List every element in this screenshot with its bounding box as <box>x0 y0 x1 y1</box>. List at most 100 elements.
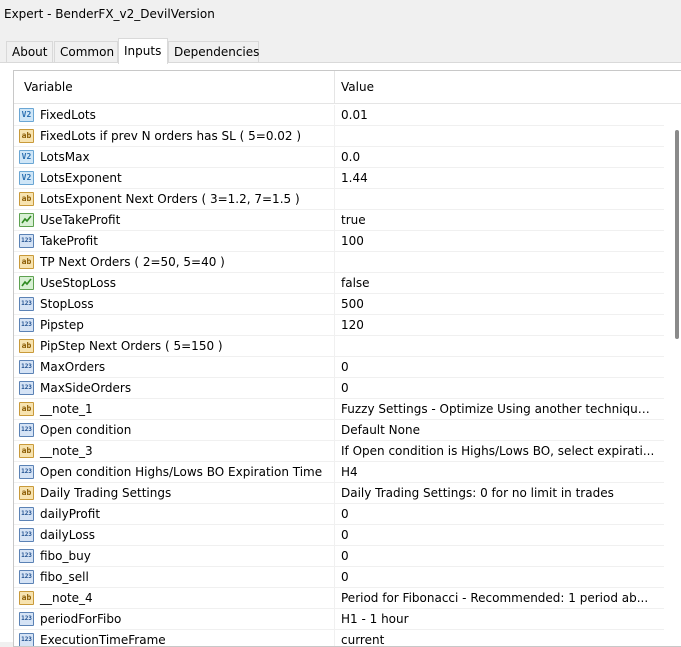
variable-value[interactable]: 120 <box>341 318 656 332</box>
row-divider <box>334 147 335 168</box>
variable-name: Daily Trading Settings <box>40 486 172 500</box>
input-row[interactable]: 123 ExecutionTimeFrame current <box>14 630 664 647</box>
input-row[interactable]: ab __note_4 Period for Fibonacci - Recomme… <box>14 588 664 609</box>
title-bar: Expert - BenderFX_v2_DevilVersion <box>0 0 681 30</box>
variable-value[interactable]: 0 <box>341 507 656 521</box>
row-divider <box>334 105 335 126</box>
variable-name: StopLoss <box>40 297 94 311</box>
variable-name: LotsMax <box>40 150 90 164</box>
variable-value[interactable]: Default None <box>341 423 656 437</box>
input-row[interactable]: ab TP Next Orders ( 2=50, 5=40 ) <box>14 252 664 273</box>
input-row[interactable]: 123 TakeProfit 100 <box>14 231 664 252</box>
string-value-icon: ab <box>19 402 34 416</box>
row-divider <box>334 504 335 525</box>
variable-value[interactable]: 0 <box>341 360 656 374</box>
column-header-value[interactable]: Value <box>341 80 374 94</box>
inputs-panel: Variable Value V2 FixedLots 0.01 ab FixedLot… <box>0 62 681 647</box>
int-value-icon: 123 <box>19 633 34 646</box>
int-value-icon: 123 <box>19 360 34 374</box>
variable-value[interactable]: false <box>341 276 656 290</box>
variable-value[interactable]: 0.01 <box>341 108 656 122</box>
column-header-variable[interactable]: Variable <box>24 80 73 94</box>
string-value-icon: ab <box>19 339 34 353</box>
bool-value-icon <box>19 276 34 290</box>
int-value-icon: 123 <box>19 423 34 437</box>
scrollbar-thumb[interactable] <box>675 130 679 339</box>
variable-value[interactable]: 0 <box>341 528 656 542</box>
input-row[interactable]: ab LotsExponent Next Orders ( 3=1.2, 7=1.… <box>14 189 664 210</box>
row-divider <box>334 399 335 420</box>
input-row[interactable]: 123 MaxOrders 0 <box>14 357 664 378</box>
variable-name: Pipstep <box>40 318 84 332</box>
variable-value[interactable]: 100 <box>341 234 656 248</box>
variable-value[interactable]: 0.0 <box>341 150 656 164</box>
input-row[interactable]: 123 dailyProfit 0 <box>14 504 664 525</box>
variable-name: fibo_sell <box>40 570 89 584</box>
int-value-icon: 123 <box>19 528 34 542</box>
variable-value[interactable]: H4 <box>341 465 656 479</box>
variable-value[interactable]: 500 <box>341 297 656 311</box>
input-row[interactable]: UseTakeProfit true <box>14 210 664 231</box>
tab-dependencies[interactable]: Dependencies <box>168 41 259 62</box>
variable-value[interactable]: current <box>341 633 656 646</box>
variable-value[interactable]: 0 <box>341 381 656 395</box>
row-divider <box>334 441 335 462</box>
string-value-icon: ab <box>19 591 34 605</box>
input-row[interactable]: 123 Open condition Highs/Lows BO Expirati… <box>14 462 664 483</box>
input-row[interactable]: ab FixedLots if prev N orders has SL ( 5=… <box>14 126 664 147</box>
input-row[interactable]: 123 MaxSideOrders 0 <box>14 378 664 399</box>
input-row[interactable]: 123 dailyLoss 0 <box>14 525 664 546</box>
input-row[interactable]: V2 LotsMax 0.0 <box>14 147 664 168</box>
variable-name: Open condition Highs/Lows BO Expiration … <box>40 465 323 479</box>
row-divider <box>334 294 335 315</box>
tab-inputs[interactable]: Inputs <box>118 38 168 64</box>
int-value-icon: 123 <box>19 465 34 479</box>
input-row[interactable]: 123 StopLoss 500 <box>14 294 664 315</box>
variable-value[interactable]: Daily Trading Settings: 0 for no limit i… <box>341 486 656 500</box>
variable-value[interactable]: 0 <box>341 570 656 584</box>
row-divider <box>334 567 335 588</box>
variable-value[interactable]: Fuzzy Settings - Optimize Using another … <box>341 402 656 416</box>
input-row[interactable]: 123 periodForFibo H1 - 1 hour <box>14 609 664 630</box>
input-row[interactable]: V2 LotsExponent 1.44 <box>14 168 664 189</box>
int-value-icon: 123 <box>19 612 34 626</box>
row-divider <box>334 210 335 231</box>
variable-value[interactable]: H1 - 1 hour <box>341 612 656 626</box>
row-divider <box>334 630 335 646</box>
row-divider <box>334 462 335 483</box>
variable-name: dailyProfit <box>40 507 101 521</box>
variable-name: TakeProfit <box>40 234 98 248</box>
input-row[interactable]: 123 Pipstep 120 <box>14 315 664 336</box>
input-row[interactable]: ab Daily Trading Settings Daily Trading Se… <box>14 483 664 504</box>
tab-about[interactable]: About <box>6 41 53 62</box>
variable-value[interactable]: true <box>341 213 656 227</box>
tab-common[interactable]: Common <box>54 41 118 62</box>
variable-value[interactable]: If Open condition is Highs/Lows BO, sele… <box>341 444 656 458</box>
int-value-icon: 123 <box>19 570 34 584</box>
int-value-icon: 123 <box>19 381 34 395</box>
input-row[interactable]: 123 fibo_sell 0 <box>14 567 664 588</box>
input-row[interactable]: ab __note_3 If Open condition is Highs/Low… <box>14 441 664 462</box>
variable-value[interactable]: 0 <box>341 549 656 563</box>
string-value-icon: ab <box>19 192 34 206</box>
input-row[interactable]: 123 fibo_buy 0 <box>14 546 664 567</box>
variable-name: ExecutionTimeFrame <box>40 633 166 647</box>
row-divider <box>334 420 335 441</box>
variable-name: LotsExponent Next Orders ( 3=1.2, 7=1.5 … <box>40 192 300 206</box>
variable-name: UseTakeProfit <box>40 213 121 227</box>
variable-name: __note_3 <box>40 444 93 458</box>
vertical-scrollbar[interactable] <box>672 105 681 645</box>
int-value-icon: 123 <box>19 507 34 521</box>
row-divider <box>334 546 335 567</box>
input-row[interactable]: UseStopLoss false <box>14 273 664 294</box>
input-row[interactable]: ab __note_1 Fuzzy Settings - Optimize Usin… <box>14 399 664 420</box>
row-divider <box>334 588 335 609</box>
variable-name: UseStopLoss <box>40 276 117 290</box>
input-row[interactable]: 123 Open condition Default None <box>14 420 664 441</box>
variable-value[interactable]: 1.44 <box>341 171 656 185</box>
input-row[interactable]: V2 FixedLots 0.01 <box>14 105 664 126</box>
input-row[interactable]: ab PipStep Next Orders ( 5=150 ) <box>14 336 664 357</box>
variable-value[interactable]: Period for Fibonacci - Recommended: 1 pe… <box>341 591 656 605</box>
row-divider <box>334 315 335 336</box>
column-divider[interactable] <box>334 71 335 103</box>
